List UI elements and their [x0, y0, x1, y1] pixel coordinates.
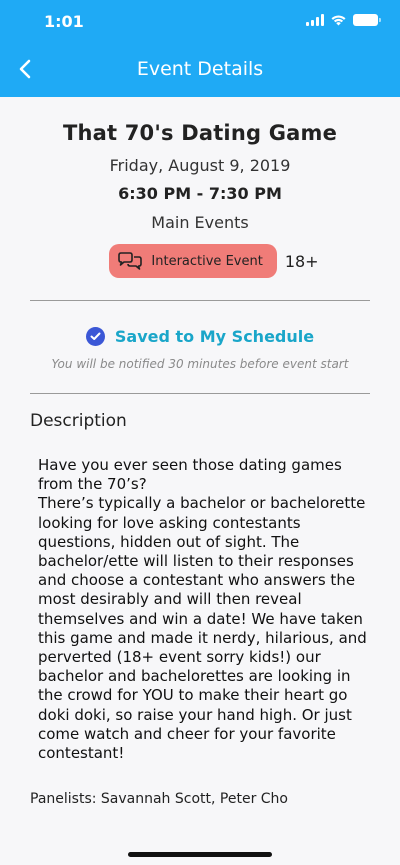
wifi-icon — [331, 15, 346, 26]
check-circle-icon — [85, 327, 105, 346]
saved-label: Saved to My Schedule — [114, 327, 315, 346]
saved-to-schedule[interactable]: Saved to My Schedule — [30, 327, 370, 346]
event-time: 6:30 PM - 7:30 PM — [118, 184, 282, 203]
notification-notice: You will be notified 30 minutes before e… — [51, 357, 349, 371]
status-bar: 1:01 — [0, 0, 400, 44]
event-category: Main Events — [151, 213, 249, 232]
interactive-event-tag: Interactive Event — [109, 244, 277, 278]
page-title: Event Details — [136, 58, 264, 80]
event-title: That 70's Dating Game — [62, 121, 338, 145]
description-body: Have you ever seen those dating games fr… — [38, 456, 367, 763]
tag-label: Interactive Event — [151, 253, 263, 269]
battery-icon — [353, 14, 381, 26]
status-time: 1:01 — [44, 12, 84, 31]
event-date: Friday, August 9, 2019 — [109, 156, 291, 175]
nav-bar: Event Details — [0, 44, 400, 97]
signal-icon — [306, 14, 324, 26]
age-rating: 18+ — [284, 251, 319, 271]
chat-bubbles-icon — [118, 252, 143, 270]
event-tags: Interactive Event 18+ — [30, 244, 370, 278]
event-content: That 70's Dating Game Friday, August 9, … — [0, 121, 400, 807]
divider — [30, 393, 370, 394]
status-icons — [306, 14, 381, 26]
panelists: Panelists: Savannah Scott, Peter Cho — [30, 791, 288, 808]
app-header: 1:01 Event Details — [0, 0, 400, 97]
description-heading: Description — [30, 411, 127, 431]
divider — [30, 300, 370, 301]
home-indicator — [128, 852, 272, 857]
